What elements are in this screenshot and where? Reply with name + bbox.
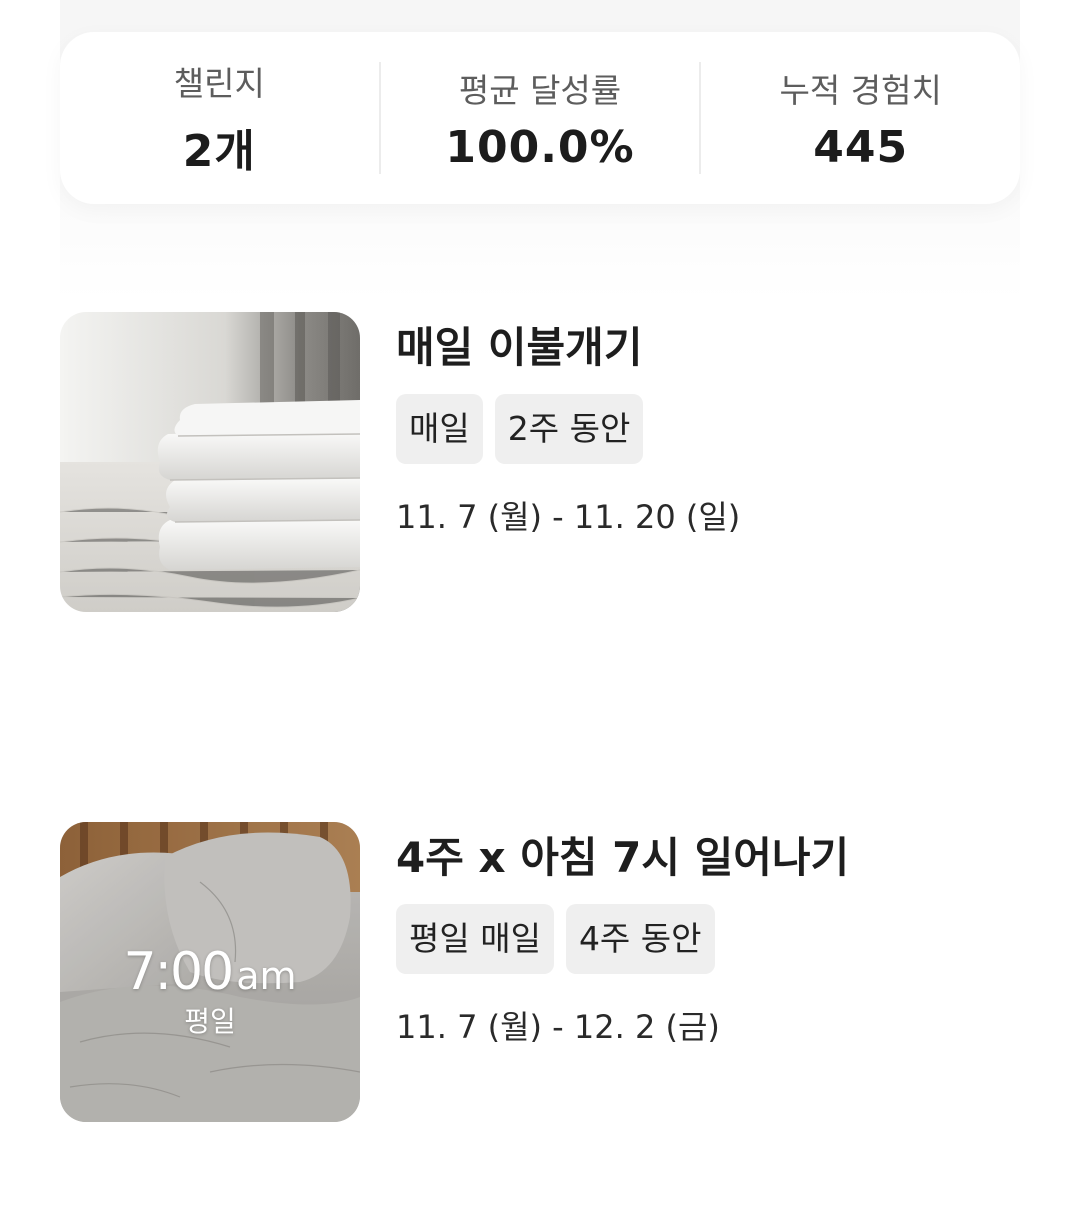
stat-value: 445 — [813, 121, 909, 173]
challenge-title: 매일 이불개기 — [396, 323, 643, 372]
challenge-info: 4주 x 아침 7시 일어나기 평일 매일 4주 동안 11. 7 (월) - … — [396, 822, 849, 1122]
challenge-dates: 11. 7 (월) - 12. 2 (금) — [396, 1008, 720, 1046]
alarm-time: 7:00 am — [60, 942, 360, 1002]
folded-blanket-photo — [60, 312, 360, 612]
frequency-tag: 평일 매일 — [396, 904, 554, 974]
challenge-tags: 매일 2주 동안 — [396, 394, 740, 464]
folded-blanket-image — [60, 312, 360, 612]
stat-total-experience: 누적 경험치 445 — [699, 62, 1020, 174]
stat-value: 2개 — [182, 126, 256, 177]
stat-label: 누적 경험치 — [779, 70, 942, 110]
challenge-info: 매일 이불개기 매일 2주 동안 11. 7 (월) - 11. 20 (일) — [396, 312, 740, 612]
challenge-item[interactable]: 7:00 am 평일 4주 x 아침 7시 일어나기 평일 매일 4주 동안 11… — [60, 822, 1020, 1122]
alarm-weekday-label: 평일 — [184, 1005, 236, 1038]
duration-tag: 4주 동안 — [565, 904, 715, 974]
challenge-title: 4주 x 아침 7시 일어나기 — [396, 833, 850, 882]
stat-label: 챌린지 — [173, 64, 265, 103]
alarm-ampm: am — [236, 954, 297, 998]
stat-value: 100.0% — [445, 121, 635, 173]
stats-card: 챌린지 2개 평균 달성률 100.0% 누적 경험치 445 — [60, 32, 1020, 204]
stat-average-achievement: 평균 달성률 100.0% — [378, 62, 700, 174]
challenge-tags: 평일 매일 4주 동안 — [396, 904, 849, 974]
challenge-item[interactable]: 매일 이불개기 매일 2주 동안 11. 7 (월) - 11. 20 (일) — [60, 312, 1020, 612]
stat-challenge-count: 챌린지 2개 — [60, 62, 379, 177]
duration-tag: 2주 동안 — [494, 394, 644, 464]
challenge-dates: 11. 7 (월) - 11. 20 (일) — [396, 498, 741, 536]
challenge-summary-page: 챌린지 2개 평균 달성률 100.0% 누적 경험치 445 매일 이불개기 … — [0, 0, 1080, 1214]
stat-label: 평균 달성률 — [458, 70, 622, 110]
alarm-time-value: 7:00 — [123, 942, 234, 1002]
bed-pillow-alarm-photo: 7:00 am 평일 — [60, 822, 360, 1122]
alarm-overlay: 7:00 am 평일 — [60, 942, 360, 1040]
frequency-tag: 매일 — [396, 394, 483, 464]
